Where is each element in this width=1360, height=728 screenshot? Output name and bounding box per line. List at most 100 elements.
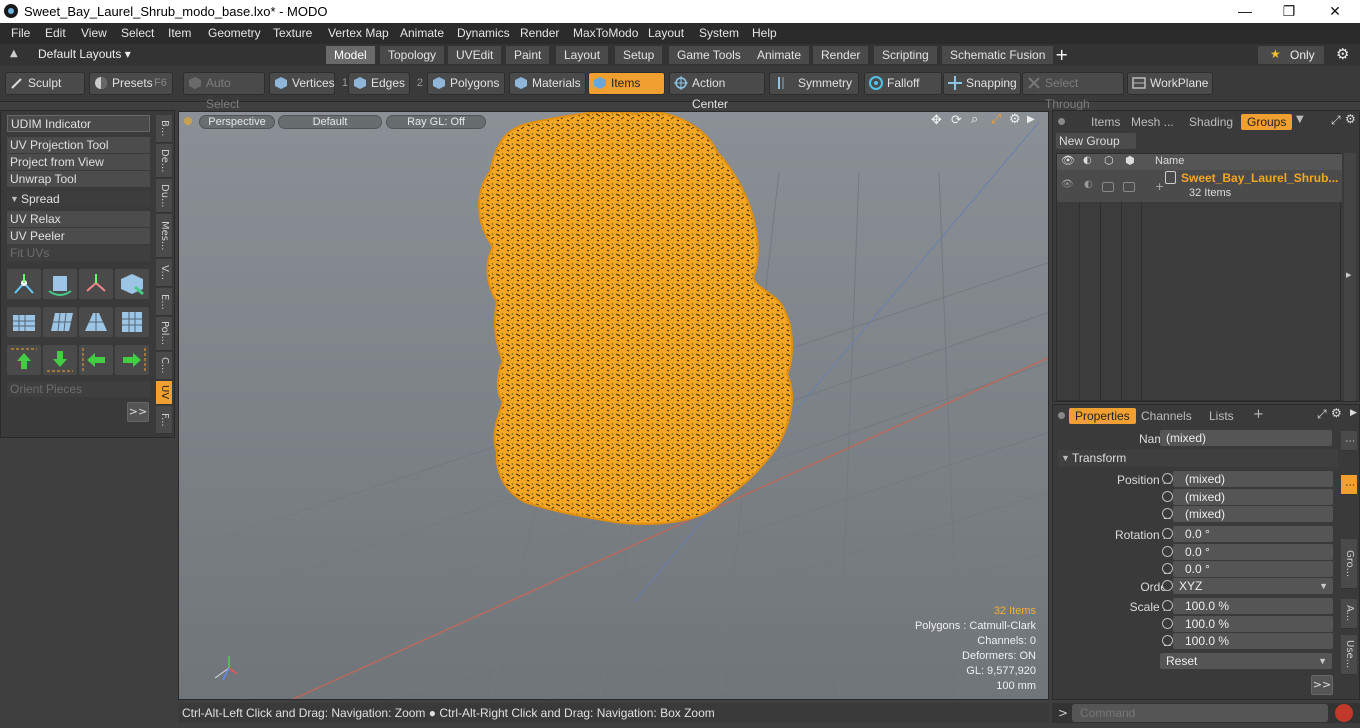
vtab-basic[interactable]: B... (156, 115, 172, 143)
only-toggle[interactable]: ★ Only (1258, 46, 1324, 64)
groups-scrollbar[interactable]: ▶ (1344, 153, 1356, 401)
rotation-y-keyframe[interactable] (1162, 546, 1173, 557)
scale-y-field[interactable]: 100.0 % (1173, 616, 1333, 632)
uv-scale-tool-button[interactable] (79, 269, 113, 299)
shading-dropdown[interactable]: Default (278, 115, 382, 129)
edges-button[interactable]: Edges 2 (348, 72, 423, 95)
view-type-dropdown[interactable]: Perspective (199, 115, 275, 129)
uv-planar-map-button[interactable] (43, 307, 77, 337)
name-column-header[interactable]: Name (1155, 155, 1184, 167)
uv-move-tool-button[interactable] (7, 269, 41, 299)
orient-pieces-button[interactable]: Orient Pieces (7, 381, 150, 398)
reset-dropdown[interactable]: Reset ▼ (1160, 653, 1332, 669)
project-from-view-button[interactable]: Project from View (7, 154, 150, 171)
transform-section[interactable]: ▼ Transform (1058, 450, 1338, 467)
align-right-button[interactable] (115, 345, 149, 375)
tab-game-tools[interactable]: Game Tools (669, 46, 750, 64)
rotation-z-keyframe[interactable] (1162, 563, 1173, 574)
menu-render[interactable]: Render (520, 26, 559, 40)
menu-geometry[interactable]: Geometry (208, 26, 261, 40)
gear-icon[interactable]: ⚙ (1336, 45, 1349, 63)
props-more-button[interactable]: >> (1311, 675, 1333, 695)
orbit-icon[interactable]: ⟳ (951, 113, 962, 128)
menu-select[interactable]: Select (121, 26, 154, 40)
menu-file[interactable]: File (11, 26, 30, 40)
select-through-button[interactable]: Select Through (1022, 72, 1124, 111)
position-y-keyframe[interactable] (1162, 491, 1173, 502)
tab-groups[interactable]: Groups (1241, 114, 1293, 130)
panel-gear-icon[interactable]: ⚙ (1345, 112, 1356, 126)
raygl-dropdown[interactable]: Ray GL: Off (386, 115, 486, 129)
tab-topology[interactable]: Topology (380, 46, 446, 64)
tab-channels[interactable]: Channels (1135, 408, 1198, 424)
vtab-vertex[interactable]: V... (156, 259, 172, 287)
side-tab-a[interactable]: A... (1341, 599, 1357, 629)
uv-box-tool-button[interactable] (115, 269, 149, 299)
tab-layout[interactable]: Layout (556, 46, 610, 64)
tab-lists[interactable]: Lists (1203, 408, 1240, 424)
props-expand-icon[interactable]: ⤢ (1317, 407, 1327, 422)
position-z-keyframe[interactable] (1162, 508, 1173, 519)
scale-x-keyframe[interactable] (1162, 600, 1173, 611)
rotation-x-keyframe[interactable] (1162, 528, 1173, 539)
items-button[interactable]: Items (588, 72, 665, 95)
scale-z-field[interactable]: 100.0 % (1173, 633, 1333, 649)
align-up-button[interactable] (7, 345, 41, 375)
uv-rotate-tool-button[interactable] (43, 269, 77, 299)
uv-projection-tool-button[interactable]: UV Projection Tool (7, 137, 150, 154)
viewport-expand-icon[interactable]: ▶ (1027, 114, 1035, 125)
props-arrow-icon[interactable]: ▶ (1350, 408, 1357, 418)
position-y-field[interactable]: (mixed) (1173, 489, 1333, 505)
scale-x-field[interactable]: 100.0 % (1173, 598, 1333, 614)
name-field[interactable]: (mixed) (1160, 430, 1332, 446)
vtab-polygon[interactable]: Pol... (156, 317, 172, 351)
workplane-button[interactable]: WorkPlane (1127, 72, 1213, 95)
scale-y-keyframe[interactable] (1162, 618, 1173, 629)
rotation-x-field[interactable]: 0.0 ° (1173, 526, 1333, 542)
menu-system[interactable]: System (699, 26, 739, 40)
menu-help[interactable]: Help (752, 26, 777, 40)
unwrap-tool-button[interactable]: Unwrap Tool (7, 171, 150, 188)
side-tab-active[interactable]: ⋮ (1341, 475, 1357, 495)
maximize-button[interactable]: ❐ (1266, 1, 1312, 23)
row-lock-checkbox[interactable] (1102, 182, 1114, 192)
close-button[interactable]: ✕ (1312, 1, 1358, 23)
spread-section[interactable]: ▼ Spread (7, 191, 150, 208)
uv-relax-button[interactable]: UV Relax (7, 211, 150, 228)
vtab-mesh[interactable]: Mes... (156, 214, 172, 258)
new-group-button[interactable]: New Group (1056, 133, 1136, 149)
falloff-button[interactable]: Falloff (864, 72, 942, 95)
props-gear-icon[interactable]: ⚙ (1331, 406, 1342, 420)
vtab-curve[interactable]: C... (156, 352, 172, 380)
group-row[interactable]: 👁 ◐ + Sweet_Bay_Laurel_Shrub... 32 Items (1057, 170, 1342, 202)
menu-dynamics[interactable]: Dynamics (457, 26, 510, 40)
vtab-edge[interactable]: E... (156, 288, 172, 316)
row-select-checkbox[interactable] (1123, 182, 1135, 192)
menu-vertex-map[interactable]: Vertex Map (328, 26, 389, 40)
side-tab-user[interactable]: Use... (1341, 635, 1357, 675)
viewport-options-dot[interactable] (184, 117, 192, 125)
symmetry-button[interactable]: Symmetry (769, 72, 859, 95)
tab-items[interactable]: Items (1085, 114, 1126, 130)
menu-animate[interactable]: Animate (400, 26, 444, 40)
polygons-button[interactable]: Polygons (427, 72, 505, 95)
tab-setup[interactable]: Setup (615, 46, 664, 64)
tab-model[interactable]: Model (326, 46, 376, 64)
position-x-keyframe[interactable] (1162, 473, 1173, 484)
props-options-dot[interactable] (1058, 412, 1065, 419)
udim-indicator-button[interactable]: UDIM Indicator (7, 115, 150, 132)
menu-view[interactable]: View (81, 26, 107, 40)
row-render-icon[interactable]: ◐ (1084, 179, 1093, 190)
record-macro-icon[interactable] (1335, 704, 1353, 722)
more-tools-button[interactable]: >> (127, 402, 149, 422)
vtab-fusion[interactable]: F... (156, 406, 172, 434)
panel-expand-icon[interactable]: ⤢ (1331, 113, 1341, 128)
pan-icon[interactable]: ✥ (931, 113, 942, 128)
order-keyframe[interactable] (1162, 580, 1173, 591)
rotation-y-field[interactable]: 0.0 ° (1173, 544, 1333, 560)
tab-render[interactable]: Render (813, 46, 870, 64)
tab-scripting[interactable]: Scripting (874, 46, 938, 64)
menu-item[interactable]: Item (168, 26, 191, 40)
add-tab-button[interactable]: + (1055, 45, 1068, 64)
tab-uvedit[interactable]: UVEdit (448, 46, 503, 64)
